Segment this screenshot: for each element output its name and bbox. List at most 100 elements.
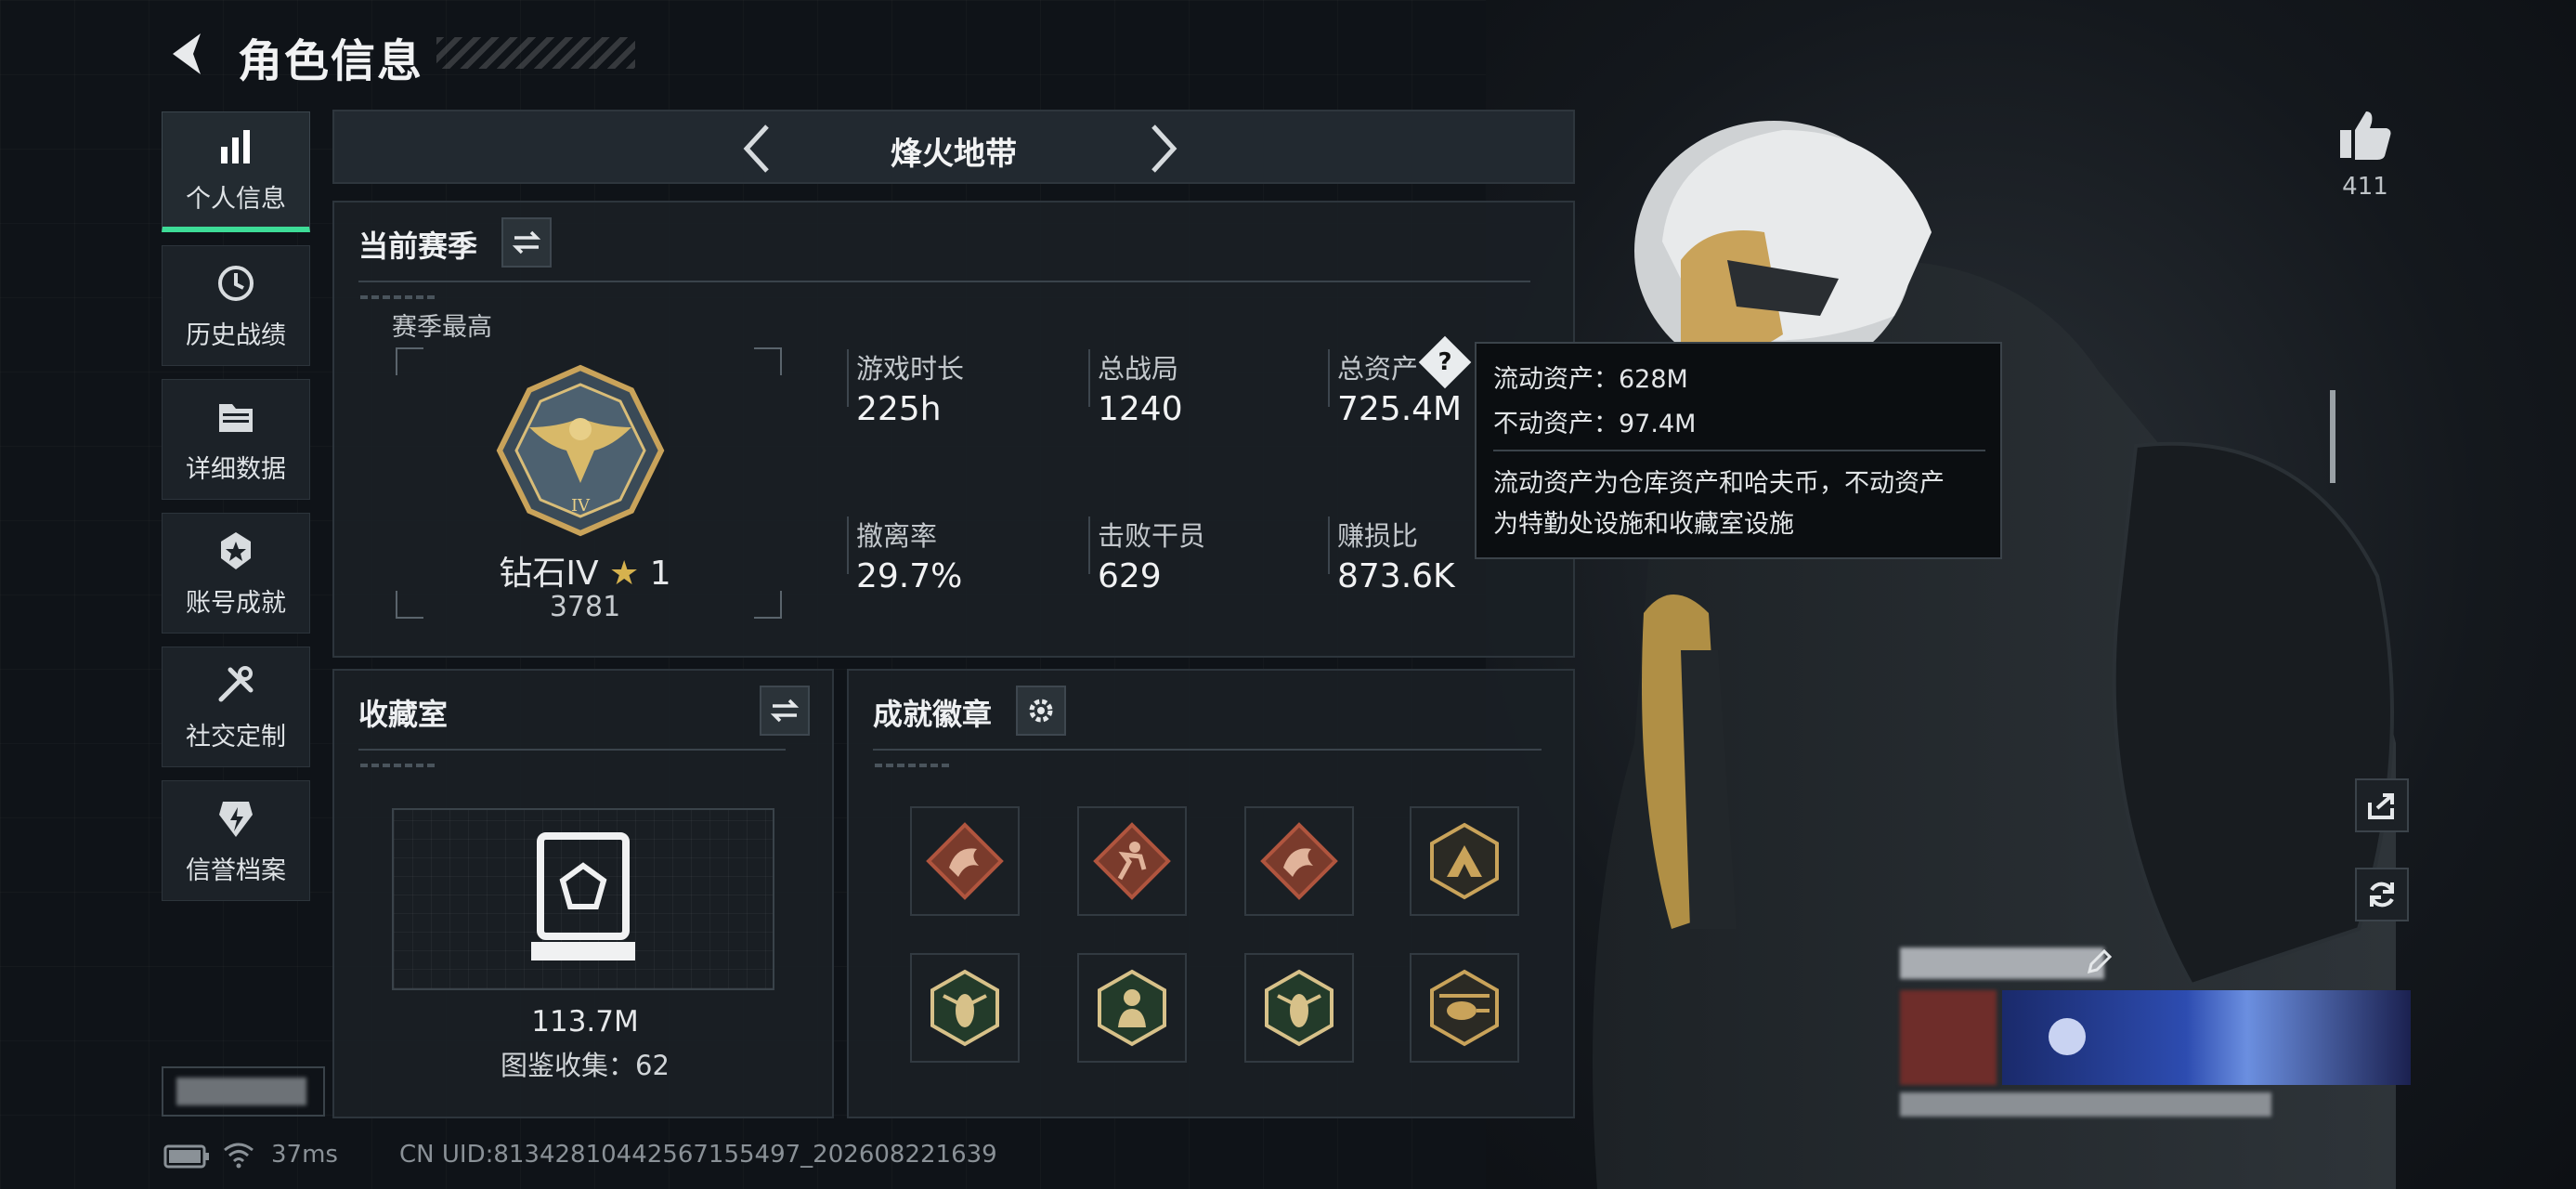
decorative-dots: [360, 295, 435, 299]
badge-7[interactable]: [1244, 953, 1354, 1063]
badge-4[interactable]: [1410, 806, 1519, 916]
badge-1[interactable]: [910, 806, 1020, 916]
wasp-badge-icon: [1265, 969, 1334, 1047]
badge-settings-button[interactable]: [1016, 686, 1066, 736]
stat-value-profit-ratio: 873.6K: [1337, 557, 1455, 595]
collection-value: 113.7M: [531, 1005, 639, 1039]
rank-display: 钻石IV ★ 1: [334, 546, 836, 594]
switch-season-button[interactable]: [501, 217, 552, 268]
wifi-icon: [224, 1143, 254, 1169]
collection-count: 图鉴收集：62: [501, 1050, 670, 1081]
badge-5[interactable]: [910, 953, 1020, 1063]
moon-icon: [2049, 1018, 2086, 1055]
refresh-icon: [2370, 882, 2394, 908]
soldier-badge-icon: [1098, 969, 1166, 1047]
stat-label-extraction-rate: 撤离率: [856, 520, 938, 552]
badge-2[interactable]: [1077, 806, 1187, 916]
sidebar-item-personal-info[interactable]: 个人信息: [162, 111, 310, 232]
swap-icon: [512, 230, 541, 255]
sidebar-item-credit[interactable]: 信誉档案: [162, 780, 310, 901]
rank-emblem-icon: IV: [496, 364, 665, 537]
tooltip-fixed-assets: 不动资产：97.4M: [1493, 410, 1697, 438]
achievement-icon: [221, 531, 251, 569]
stat-divider: [847, 516, 849, 574]
stat-label-profit-ratio: 赚损比: [1337, 520, 1419, 552]
swap-icon: [770, 699, 800, 723]
dragon-badge-icon: [1260, 822, 1338, 900]
stat-divider: [1088, 516, 1090, 574]
tooltip-liquid-assets: 流动资产：628M: [1493, 365, 1688, 394]
profile-banner: [2002, 990, 2411, 1085]
player-name-blurred: [1900, 947, 2104, 979]
player-tag-blurred: [1900, 1092, 2271, 1117]
switch-collection-button[interactable]: [760, 686, 810, 736]
chevron-right-icon[interactable]: [1137, 121, 1189, 176]
decorative-dots: [875, 764, 949, 767]
achievements-title: 成就徽章: [873, 697, 993, 732]
back-arrow-icon[interactable]: [163, 28, 215, 80]
tooltip-description-1: 流动资产为仓库资产和哈夫币，不动资产: [1493, 469, 1945, 498]
sidebar-item-label: 信誉档案: [186, 856, 286, 885]
badge-3[interactable]: [1244, 806, 1354, 916]
helicopter-badge-icon: [1430, 969, 1499, 1047]
sidebar-item-details[interactable]: 详细数据: [162, 379, 310, 500]
collection-title: 收藏室: [358, 697, 449, 732]
sidebar-item-social[interactable]: 社交定制: [162, 647, 310, 767]
thumbs-up-icon[interactable]: [2336, 106, 2394, 163]
help-button[interactable]: [1418, 335, 1472, 389]
season-title: 当前赛季: [358, 229, 478, 264]
sidebar-item-label: 账号成就: [186, 588, 286, 618]
season-panel: 当前赛季 赛季最高 IV 钻石IV ★ 1 3781 游戏时长 225h 总战局…: [332, 201, 1575, 658]
stat-label-matches: 总战局: [1098, 353, 1179, 385]
sidebar-item-history[interactable]: 历史战绩: [162, 245, 310, 366]
bar-chart-icon: [221, 130, 250, 163]
account-switch-button[interactable]: [162, 1066, 325, 1117]
badge-6[interactable]: [1077, 953, 1187, 1063]
sidebar-item-label: 历史战绩: [186, 320, 286, 350]
stat-label-kills: 击败干员: [1098, 520, 1206, 552]
sidebar-item-label: 详细数据: [186, 454, 286, 484]
divider: [873, 749, 1542, 751]
mode-label: 烽火地带: [891, 136, 1017, 173]
divider: [358, 749, 786, 751]
badge-8[interactable]: [1410, 953, 1519, 1063]
stat-divider: [1328, 349, 1330, 407]
sidebar-item-achievements[interactable]: 账号成就: [162, 513, 310, 634]
mode-selector: 烽火地带: [332, 110, 1575, 184]
page-title: 角色信息: [238, 35, 424, 87]
like-count: 411: [2342, 173, 2388, 201]
avatar[interactable]: [1900, 990, 1997, 1085]
battery-icon: [163, 1144, 209, 1169]
rank-name: 钻石IV: [499, 555, 599, 593]
credit-icon: [219, 801, 253, 837]
frame-corner: [396, 347, 423, 375]
season-best-label: 赛季最高: [392, 313, 492, 342]
edit-icon[interactable]: [2084, 947, 2114, 977]
refresh-button[interactable]: [2355, 868, 2409, 921]
stat-value-matches: 1240: [1098, 390, 1183, 428]
frame-corner: [754, 347, 782, 375]
star-icon: ★: [609, 555, 640, 593]
stat-divider: [847, 349, 849, 407]
uid-text: CN UID:8134281044256715​5497_20260822163…: [399, 1141, 997, 1169]
folder-icon: [219, 403, 253, 432]
decorative-dots: [360, 764, 435, 767]
ping-text: 37ms: [271, 1141, 338, 1169]
wasp-badge-icon: [930, 969, 999, 1047]
sidebar-item-label: 社交定制: [186, 722, 286, 751]
share-button[interactable]: [2355, 778, 2409, 832]
divider: [1493, 450, 1985, 451]
stat-value-playtime: 225h: [856, 390, 942, 428]
stat-divider: [1088, 349, 1090, 407]
mountain-badge-icon: [1430, 822, 1499, 900]
svg-text:IV: IV: [571, 496, 591, 516]
stat-value-total-assets: 725.4M: [1337, 390, 1463, 428]
history-icon: [218, 265, 254, 301]
stat-value-extraction-rate: 29.7%: [856, 557, 963, 595]
stat-label-total-assets: 总资产: [1337, 353, 1419, 385]
tools-icon: [218, 665, 254, 701]
rank-score: 3781: [549, 591, 621, 623]
share-icon: [2368, 793, 2394, 819]
stat-value-kills: 629: [1098, 557, 1162, 595]
tooltip-description-2: 为特勤处设施和收藏室设施: [1493, 510, 1794, 539]
